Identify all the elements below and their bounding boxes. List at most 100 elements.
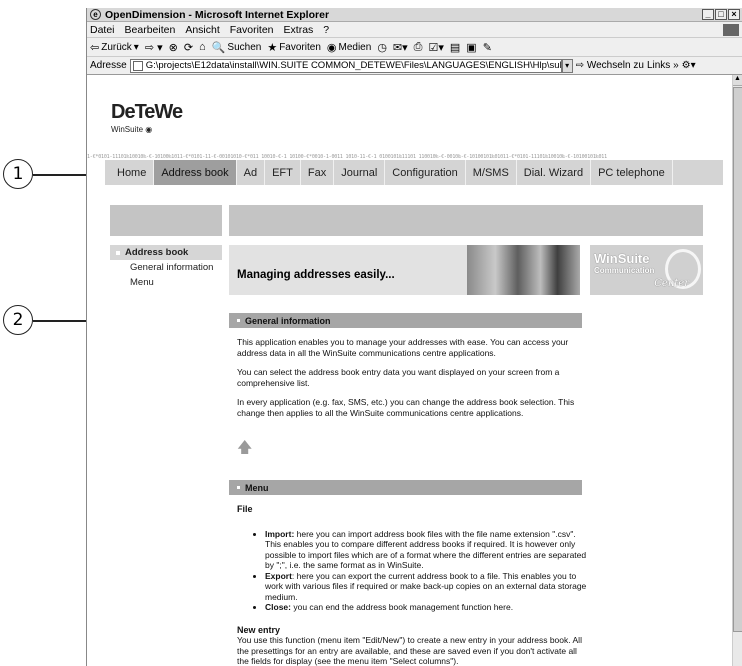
winsuite-center: Center — [654, 278, 689, 289]
general-paragraph-2: You can select the address book entry da… — [237, 367, 560, 388]
nav-ad[interactable]: Ad — [237, 160, 266, 185]
back-button[interactable]: ⇦ Zurück ▾ — [90, 41, 139, 54]
address-bar: Adresse G:\projects\E12data\install\WIN.… — [87, 57, 742, 75]
nav-configuration[interactable]: Configuration — [385, 160, 466, 185]
nav-msms[interactable]: M/SMS — [466, 160, 517, 185]
search-button[interactable]: 🔍 Suchen — [212, 41, 262, 54]
maximize-button[interactable]: □ — [715, 9, 727, 20]
sidebar-item-label: Address book — [125, 247, 189, 258]
media-label: Medien — [338, 41, 372, 53]
menu-header: Menu — [229, 480, 582, 495]
banner-photo — [467, 245, 580, 295]
sidebar-item-general-information[interactable]: General information — [110, 260, 222, 275]
back-label: Zurück — [101, 41, 132, 53]
discuss-icon[interactable]: ▤ — [450, 41, 460, 54]
sidebar-nav: Address book General information Menu — [110, 245, 222, 290]
window-controls: _ □ × — [702, 9, 742, 20]
callout-2-label: 2 — [12, 310, 24, 330]
nav-pc-telephone[interactable]: PC telephone — [591, 160, 673, 185]
list-item-import: Import: here you can import address book… — [265, 529, 589, 571]
nav-journal[interactable]: Journal — [334, 160, 386, 185]
menu-body: File Import: here you can import address… — [237, 504, 589, 666]
star-icon: ★ — [267, 41, 278, 54]
edit-icon[interactable]: ☑▾ — [428, 41, 443, 54]
sidebar-header-band — [110, 205, 222, 236]
favorites-button[interactable]: ★ Favoriten — [267, 41, 321, 54]
callout-1: 1 — [3, 159, 33, 189]
file-options-list: Import: here you can import address book… — [265, 529, 589, 613]
nav-address-book[interactable]: Address book — [154, 160, 237, 185]
close-label: Close: — [265, 602, 291, 612]
import-text: here you can import address book files w… — [265, 528, 587, 571]
banner-headline: Managing addresses easily... — [229, 245, 467, 295]
logo-emblem-icon: ◉ — [145, 125, 153, 134]
callout-1-label: 1 — [12, 164, 24, 184]
browser-window: e OpenDimension - Microsoft Internet Exp… — [86, 8, 742, 666]
nav-dial-wizard[interactable]: Dial. Wizard — [517, 160, 592, 185]
address-url: G:\projects\E12data\install\WIN.SUITE CO… — [145, 60, 561, 71]
address-label: Adresse — [90, 60, 127, 71]
back-to-top-icon[interactable]: 🡅 — [237, 437, 252, 462]
menu-ansicht[interactable]: Ansicht — [185, 24, 219, 36]
callout-1-line — [33, 174, 87, 176]
minimize-button[interactable]: _ — [702, 9, 714, 20]
menu-favoriten[interactable]: Favoriten — [230, 24, 274, 36]
messenger-icon[interactable]: ▣ — [466, 41, 476, 54]
close-button[interactable]: × — [728, 9, 740, 20]
back-arrow-icon: ⇦ — [90, 41, 100, 54]
general-header-label: General information — [245, 315, 331, 326]
sidebar-item-menu[interactable]: Menu — [110, 275, 222, 290]
stop-icon[interactable]: ⊗ — [169, 41, 178, 54]
general-paragraph-1: This application enables you to manage y… — [237, 337, 569, 358]
refresh-icon[interactable]: ⟳ — [184, 41, 193, 54]
sidebar-item-address-book[interactable]: Address book — [110, 245, 222, 260]
nav-fax[interactable]: Fax — [301, 160, 335, 185]
media-icon: ◉ — [326, 41, 337, 54]
address-dropdown-button[interactable]: ▾ — [561, 58, 573, 73]
list-item-export: Export: here you can export the current … — [265, 571, 589, 603]
title-bar: e OpenDimension - Microsoft Internet Exp… — [87, 8, 742, 22]
menu-extras[interactable]: Extras — [284, 24, 314, 36]
menu-bearbeiten[interactable]: Bearbeiten — [125, 24, 176, 36]
menu-header-label: Menu — [245, 482, 269, 493]
menu-help[interactable]: ? — [323, 24, 329, 36]
windows-flag-icon — [723, 23, 739, 36]
forward-button[interactable]: ⇨ ▾ — [145, 41, 163, 54]
bullet-icon — [237, 319, 240, 322]
bullet-icon — [237, 486, 240, 489]
home-icon[interactable]: ⌂ — [199, 41, 206, 53]
import-label: Import: — [265, 528, 295, 539]
nav-eft[interactable]: EFT — [265, 160, 301, 185]
file-title: File — [237, 504, 253, 514]
search-icon: 🔍 — [211, 41, 226, 54]
scroll-up-icon[interactable]: ▲ — [733, 75, 742, 86]
go-button[interactable]: ⇨ Wechseln zu — [576, 60, 644, 71]
media-button[interactable]: ◉ Medien — [327, 41, 371, 54]
vertical-scrollbar[interactable]: ▲ — [732, 75, 742, 666]
banner: Managing addresses easily... WinSuite Co… — [229, 245, 703, 295]
mail-icon[interactable]: ✉▾ — [393, 41, 408, 54]
address-input[interactable]: G:\projects\E12data\install\WIN.SUITE CO… — [129, 58, 562, 73]
logo-sub-text: WinSuite — [111, 125, 144, 134]
extension-icon[interactable]: ⚙▾ — [682, 60, 696, 71]
research-icon[interactable]: ✎ — [483, 41, 492, 54]
print-icon[interactable]: ⎙ — [414, 41, 423, 54]
toolbar: ⇦ Zurück ▾ ⇨ ▾ ⊗ ⟳ ⌂ 🔍 Suchen ★ Favoriten ◉ M… — [87, 38, 742, 57]
export-label: Export — [265, 570, 292, 581]
winsuite-logo: WinSuite Communication Center — [590, 245, 703, 295]
main-nav: Home Address book Ad EFT Fax Journal Con… — [105, 160, 723, 185]
history-icon[interactable]: ◷ — [377, 41, 387, 54]
new-entry-text: You use this function (menu item "Edit/N… — [237, 635, 582, 666]
callout-2-line — [33, 320, 87, 322]
menu-datei[interactable]: Datei — [90, 24, 115, 36]
callout-2: 2 — [3, 305, 33, 335]
close-text: you can end the address book management … — [290, 602, 514, 612]
export-text: : here you can export the current addres… — [265, 570, 587, 602]
list-item-close: Close: you can end the address book mana… — [265, 602, 589, 613]
go-arrow-icon: ⇨ — [575, 60, 585, 71]
menu-bar: Datei Bearbeiten Ansicht Favoriten Extra… — [87, 22, 742, 38]
nav-home[interactable]: Home — [105, 160, 155, 185]
links-button[interactable]: Links » — [647, 60, 679, 71]
scroll-thumb[interactable] — [733, 87, 742, 632]
general-information-body: This application enables you to manage y… — [237, 337, 589, 427]
